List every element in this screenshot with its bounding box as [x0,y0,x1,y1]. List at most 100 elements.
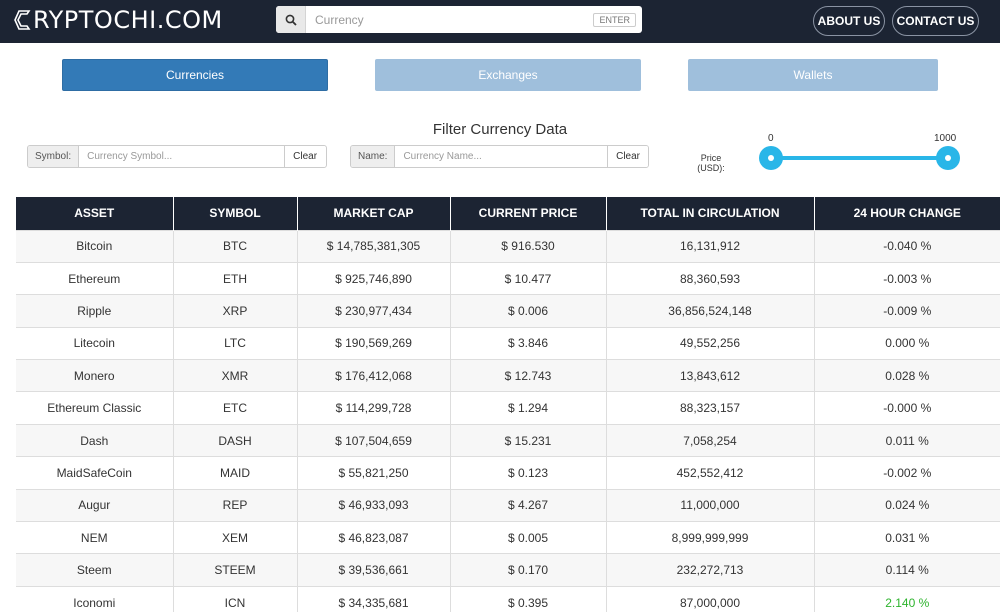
table-row[interactable]: Monero XMR $ 176,412,068 $ 12.743 13,843,612… [16,359,1000,392]
search-input[interactable] [306,6,594,33]
symbol-cell: BTC [173,229,298,263]
symbol-cell: ETC [173,391,298,425]
price-cell: $ 0.005 [450,521,607,554]
symbol-input[interactable] [79,146,285,167]
circulation-cell: 13,843,612 [606,359,815,392]
market-cap-cell: $ 176,412,068 [297,359,451,392]
circulation-cell: 232,272,713 [606,553,815,587]
asset-cell: Ripple [16,294,174,328]
tab-currencies[interactable]: Currencies [62,59,328,91]
symbol-label: Symbol: [28,146,80,167]
asset-cell: Bitcoin [16,229,174,263]
symbol-cell: LTC [173,326,298,360]
table-row[interactable]: Dash DASH $ 107,504,659 $ 15.231 7,058,254 0.… [16,423,1000,457]
column-header-24h-change[interactable]: 24 HOUR CHANGE [814,197,1000,230]
market-cap-cell: $ 230,977,434 [297,294,451,328]
asset-cell: Ethereum Classic [16,391,174,425]
table-row[interactable]: Bitcoin BTC $ 14,785,381,305 $ 916.530 16,13… [16,229,1000,263]
change-cell: -0.002 % [814,456,1000,490]
tab-exchanges[interactable]: Exchanges [375,59,641,91]
table-row[interactable]: Augur REP $ 46,933,093 $ 4.267 11,000,000 0.0… [16,488,1000,522]
price-slider-max-handle[interactable] [936,146,960,170]
table-row[interactable]: Steem STEEM $ 39,536,661 $ 0.170 232,272,713… [16,553,1000,587]
market-cap-cell: $ 55,821,250 [297,456,451,490]
market-cap-cell: $ 34,335,681 [297,585,451,612]
circulation-cell: 36,856,524,148 [606,294,815,328]
price-slider-track[interactable] [770,156,948,160]
table-row[interactable]: Ethereum ETH $ 925,746,890 $ 10.477 88,360,5… [16,261,1000,295]
slider-min-value: 0 [768,133,774,144]
market-cap-cell: $ 46,823,087 [297,521,451,554]
asset-cell: Steem [16,553,174,587]
symbol-filter: Symbol: Clear [27,145,327,168]
table-row[interactable]: NEM XEM $ 46,823,087 $ 0.005 8,999,999,999 0.… [16,521,1000,554]
brand-name: RYPTOCHI.COM [33,6,223,34]
market-cap-cell: $ 925,746,890 [297,261,451,295]
market-cap-cell: $ 39,536,661 [297,553,451,587]
search-button[interactable] [276,6,306,33]
currency-table: ASSET SYMBOL MARKET CAP CURRENT PRICE TO… [16,197,1000,612]
table-header-row: ASSET SYMBOL MARKET CAP CURRENT PRICE TO… [16,197,1000,230]
navbar: RYPTOCHI.COM ENTER ABOUT US CONTACT US [0,0,1000,43]
price-slider-min-handle[interactable] [759,146,783,170]
asset-cell: NEM [16,521,174,554]
column-header-market-cap[interactable]: MARKET CAP [297,197,451,230]
asset-cell: Ethereum [16,261,174,295]
search-icon [285,14,297,26]
price-cell: $ 1.294 [450,391,607,425]
table-row[interactable]: Ethereum Classic ETC $ 114,299,728 $ 1.294 8… [16,391,1000,425]
table-row[interactable]: Iconomi ICN $ 34,335,681 $ 0.395 87,000,000 2… [16,585,1000,612]
market-cap-cell: $ 14,785,381,305 [297,229,451,263]
price-cell: $ 0.170 [450,553,607,587]
column-header-asset[interactable]: ASSET [16,197,174,230]
column-header-total-circulation[interactable]: TOTAL IN CIRCULATION [606,197,815,230]
price-label: Price (USD): [690,153,732,173]
price-cell: $ 4.267 [450,488,607,522]
price-cell: $ 15.231 [450,423,607,457]
change-cell: -0.000 % [814,391,1000,425]
asset-cell: Dash [16,423,174,457]
table-body: Bitcoin BTC $ 14,785,381,305 $ 916.530 16,13… [16,229,1000,612]
market-cap-cell: $ 46,933,093 [297,488,451,522]
slider-max-value: 1000 [934,133,957,144]
filter-title: Filter Currency Data [432,121,568,138]
price-cell: $ 3.846 [450,326,607,360]
circulation-cell: 88,360,593 [606,261,815,295]
circulation-cell: 7,058,254 [606,423,815,457]
change-cell: -0.040 % [814,229,1000,263]
circulation-cell: 11,000,000 [606,488,815,522]
change-cell: 0.028 % [814,359,1000,392]
change-cell: 0.114 % [814,553,1000,587]
column-header-current-price[interactable]: CURRENT PRICE [450,197,607,230]
enter-key-hint: ENTER [593,12,636,27]
name-input[interactable] [395,146,608,167]
symbol-cell: XRP [173,294,298,328]
change-cell: 2.140 % [814,585,1000,612]
table-row[interactable]: Ripple XRP $ 230,977,434 $ 0.006 36,856,524,… [16,294,1000,328]
price-cell: $ 12.743 [450,359,607,392]
about-us-button[interactable]: ABOUT US [813,6,885,36]
table-row[interactable]: MaidSafeCoin MAID $ 55,821,250 $ 0.123 452,5… [16,456,1000,490]
change-cell: 0.024 % [814,488,1000,522]
price-label-line1: Price [700,153,722,163]
brand-logo[interactable]: RYPTOCHI.COM [14,6,223,34]
symbol-cell: DASH [173,423,298,457]
circulation-cell: 49,552,256 [606,326,815,360]
symbol-cell: XEM [173,521,298,554]
contact-us-button[interactable]: CONTACT US [892,6,979,36]
asset-cell: Augur [16,488,174,522]
tab-wallets[interactable]: Wallets [688,59,938,91]
circulation-cell: 16,131,912 [606,229,815,263]
symbol-cell: STEEM [173,553,298,587]
column-header-symbol[interactable]: SYMBOL [173,197,298,230]
change-cell: 0.000 % [814,326,1000,360]
logo-c-icon [14,10,31,30]
symbol-cell: MAID [173,456,298,490]
change-cell: 0.031 % [814,521,1000,554]
table-row[interactable]: Litecoin LTC $ 190,569,269 $ 3.846 49,552,25… [16,326,1000,360]
market-cap-cell: $ 190,569,269 [297,326,451,360]
symbol-clear-button[interactable]: Clear [284,146,326,167]
symbol-cell: REP [173,488,298,522]
symbol-cell: ICN [173,585,298,612]
name-clear-button[interactable]: Clear [607,146,648,167]
